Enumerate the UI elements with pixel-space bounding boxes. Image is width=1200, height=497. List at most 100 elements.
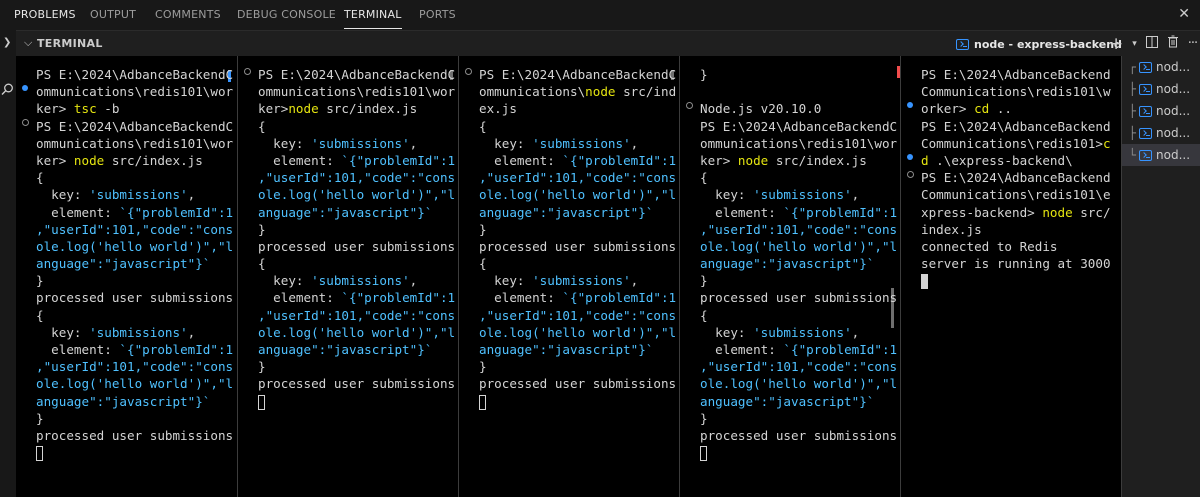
terminal-line: { [258,255,456,272]
terminal-line: Communications\redis101\w [921,83,1119,100]
trash-icon[interactable] [1167,35,1179,52]
tab-problems[interactable]: PROBLEMS [14,0,76,30]
tab-ports[interactable]: PORTS [419,0,456,30]
chevron-right-icon[interactable]: ❯ [3,37,11,48]
terminal-line: ,"userId":101,"code":"cons [36,358,235,375]
terminal-line: ole.log('hello world')","l [700,238,898,255]
terminal-text: 'submissions' [89,324,188,340]
terminal-cursor[interactable] [258,394,265,410]
terminal-text: PS E:\2024\AdbanceBackend [921,170,1111,186]
active-terminal-selector[interactable]: node - express-backend [956,34,1122,54]
terminal-line: processed user submissions [36,427,235,444]
terminal-pane-3[interactable]: PS E:\2024\AdbanceBackendC ommunications\… [459,56,679,497]
terminal-line: } [700,410,898,427]
terminal-text: PS E:\2024\AdbanceBackend [921,67,1111,82]
terminal-pane-4[interactable]: } Node.js v20.10.0 PS E:\2024\AdbanceBacke… [680,56,900,497]
terminal-text: src/ [1072,204,1111,220]
terminal-pane-5[interactable]: PS E:\2024\AdbanceBackend Communications\… [901,56,1121,497]
terminal-line: ole.log('hello world')","l [258,186,456,203]
terminal-text: ole.log('hello world')","l [258,187,456,203]
tab-debug-console[interactable]: DEBUG CONSOLE [237,0,336,30]
close-panel-icon[interactable]: ✕ [1178,6,1190,22]
terminal-cursor[interactable] [921,274,928,290]
terminal-text: `{"problemId":1 [562,152,677,168]
terminal-line: index.js [921,221,1119,238]
search-icon[interactable] [1,83,14,99]
terminal-cursor[interactable] [36,446,43,462]
terminal-list-item[interactable]: ├ nod... [1122,122,1200,144]
terminal-line: anguage":"javascript"}` [36,393,235,410]
terminal-line: Communications\redis101>c [921,135,1119,152]
terminal-text: PS E:\2024\AdbanceBackendC [258,67,456,82]
terminal-pane-2[interactable]: PS E:\2024\AdbanceBackendC ommunications\… [238,56,458,497]
terminal-line: ,"userId":101,"code":"cons [36,221,235,238]
terminal-text: ker> [36,101,74,117]
terminal-line: element: `{"problemId":1 [700,204,898,221]
prompt-line [479,393,677,410]
terminal-text: key: [258,135,312,151]
more-actions-icon[interactable]: ··· [1188,36,1198,51]
terminal-text: ,"userId":101,"code":"cons [479,170,677,186]
terminal-icon [1139,61,1152,73]
terminal-text: { [258,118,266,134]
terminal-text: } [700,273,708,289]
terminal-text: ,"userId":101,"code":"cons [258,307,456,323]
terminal-text: ,"userId":101,"code":"cons [479,307,677,323]
terminal-text: `{"problemId":1 [119,342,234,357]
terminal-line: PS E:\2024\AdbanceBackend [921,169,1119,186]
new-terminal-icon[interactable]: + [1109,35,1123,52]
terminal-cursor[interactable] [479,394,486,410]
command-status-dot[interactable] [686,102,693,109]
terminal-text: ole.log('hello world')","l [36,238,234,254]
terminal-text: , [409,273,418,289]
command-running-dot[interactable] [907,171,914,178]
prompt-line [258,393,456,410]
command-success-dot[interactable] [907,154,913,160]
prompt-line [700,444,898,462]
terminal-icon [956,38,969,50]
terminal-text: PS E:\2024\AdbanceBackendC [36,118,234,134]
command-running-dot[interactable] [465,68,472,75]
terminal-text: } [258,221,266,237]
terminal-text: ole.log('hello world')","l [258,324,456,340]
terminal-line: key: 'submissions', [36,324,235,341]
terminal-list-item[interactable]: ┌ nod... [1122,56,1200,78]
terminal-text: 'submissions' [311,273,410,289]
terminal-text: 'submissions' [311,135,410,151]
terminal-text: `{"problemId":1 [119,204,234,220]
terminal-line: element: `{"problemId":1 [258,152,456,169]
chevron-down-icon[interactable]: ⌵ [24,36,32,50]
terminal-list-item[interactable]: ├ nod... [1122,100,1200,122]
terminal-dropdown-icon[interactable]: ▾ [1132,39,1137,49]
terminal-text: Communications\redis101\w [921,84,1111,100]
tab-output[interactable]: OUTPUT [90,0,136,30]
terminal-list-item[interactable]: ├ nod... [1122,78,1200,100]
command-running-dot[interactable] [244,68,251,75]
tree-connector: └ [1128,148,1136,162]
terminal-line: } [36,272,235,289]
terminal-pane-1[interactable]: PS E:\2024\AdbanceBackendC ommunications\… [16,56,237,497]
terminal-cursor[interactable] [700,446,707,462]
terminal-line: ,"userId":101,"code":"cons [479,169,677,186]
command-success-dot[interactable] [22,85,28,91]
command-success-dot[interactable] [907,102,913,108]
terminal-text: anguage":"javascript"}` [700,256,875,272]
terminal-line: ole.log('hello world')","l [36,238,235,255]
terminal-text: ole.log('hello world')","l [479,187,677,203]
terminal-line: ,"userId":101,"code":"cons [258,169,456,186]
tree-connector: ├ [1128,104,1136,118]
terminal-line: } [479,358,677,375]
terminal-list-item-active[interactable]: └ nod... [1122,144,1200,166]
terminal-text: { [36,170,44,186]
tab-terminal[interactable]: TERMINAL [344,0,402,30]
terminal-text: ,"userId":101,"code":"cons [36,221,234,237]
split-terminal-icon[interactable] [1145,35,1158,52]
terminal-text: ,"userId":101,"code":"cons [700,221,898,237]
terminal-line: { [258,118,456,135]
tab-comments[interactable]: COMMENTS [155,0,221,30]
command-running-dot[interactable] [22,119,29,126]
terminal-text: src/index.js [104,152,203,168]
terminal-text: connected to Redis [921,238,1058,254]
terminal-icon [1139,149,1152,161]
terminal-line: element: `{"problemId":1 [258,289,456,306]
